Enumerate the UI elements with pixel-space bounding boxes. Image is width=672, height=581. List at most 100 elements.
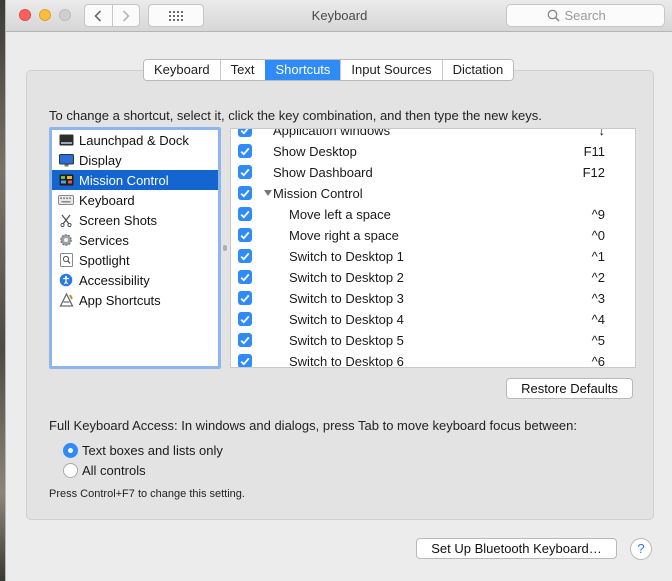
shortcut-label: Application windows [273, 128, 391, 138]
shortcut-checkbox[interactable] [238, 207, 252, 221]
category-display[interactable]: Display [52, 150, 218, 170]
checkmark-icon [240, 336, 250, 345]
category-mission-control[interactable]: Mission Control [52, 170, 218, 190]
shortcut-checkbox[interactable] [238, 270, 252, 284]
radio-label: All controls [82, 463, 146, 478]
shortcut-checkbox[interactable] [238, 333, 252, 347]
shortcut-key[interactable]: ^6 [592, 354, 605, 367]
category-keyboard[interactable]: Keyboard [52, 190, 218, 210]
shortcut-label: Move right a space [289, 228, 399, 243]
shortcut-key[interactable]: ^3 [592, 291, 605, 306]
radio-all-controls[interactable]: All controls [63, 463, 146, 478]
accessibility-icon [58, 273, 74, 287]
category-screen-shots[interactable]: Screen Shots [52, 210, 218, 230]
launchpad-icon [58, 133, 74, 147]
shortcut-key[interactable]: ^1 [592, 249, 605, 264]
category-app-shortcuts[interactable]: App Shortcuts [52, 290, 218, 310]
shortcut-label: Switch to Desktop 3 [289, 291, 404, 306]
category-label: Accessibility [79, 272, 150, 288]
shortcut-checkbox[interactable] [238, 312, 252, 326]
category-label: Mission Control [79, 172, 169, 188]
shortcut-row[interactable]: Switch to Desktop 6 ^6 [231, 351, 635, 368]
shortcut-key[interactable]: ^2 [592, 270, 605, 285]
screenshot-icon [58, 213, 74, 227]
tab-dictation[interactable]: Dictation [441, 60, 514, 80]
shortcut-key[interactable]: ^5 [592, 333, 605, 348]
search-field[interactable] [506, 4, 665, 27]
shortcut-row[interactable]: Move left a space ^9 [231, 204, 635, 225]
shortcut-row[interactable]: Switch to Desktop 2 ^2 [231, 267, 635, 288]
shortcut-label: Switch to Desktop 6 [289, 354, 404, 368]
title-bar: Keyboard [6, 0, 672, 32]
shortcut-row[interactable]: Show Dashboard F12 [231, 162, 635, 183]
shortcut-category-list: Launchpad & Dock Display Mission Control… [49, 127, 221, 369]
shortcut-row[interactable]: Application windows ⌃↓ [231, 128, 635, 141]
shortcut-checkbox[interactable] [238, 249, 252, 263]
shortcut-key[interactable]: F11 [584, 144, 605, 159]
shortcut-checkbox[interactable] [238, 291, 252, 305]
category-label: Display [79, 152, 122, 168]
display-icon [58, 153, 74, 167]
instruction-text: To change a shortcut, select it, click t… [49, 108, 542, 123]
keyboard-access-hint: Press Control+F7 to change this setting. [49, 488, 245, 500]
set-up-bluetooth-keyboard-button[interactable]: Set Up Bluetooth Keyboard… [416, 538, 617, 559]
keyboard-preferences-window: Keyboard Keyboard Text Shortcuts Input S… [5, 0, 672, 581]
shortcut-checkbox[interactable] [238, 129, 252, 137]
shortcut-label: Switch to Desktop 2 [289, 270, 404, 285]
shortcut-row[interactable]: Move right a space ^0 [231, 225, 635, 246]
tab-input-sources[interactable]: Input Sources [340, 60, 442, 80]
radio-button[interactable] [63, 463, 78, 478]
shortcut-checkbox[interactable] [238, 144, 252, 158]
shortcut-label: Switch to Desktop 1 [289, 249, 404, 264]
category-services[interactable]: Services [52, 230, 218, 250]
shortcut-group-label: Mission Control [273, 186, 363, 201]
checkmark-icon [240, 231, 250, 240]
category-label: Screen Shots [79, 212, 158, 228]
radio-text-boxes-lists[interactable]: Text boxes and lists only [63, 443, 223, 458]
shortcut-key[interactable]: ^9 [592, 207, 605, 222]
shortcut-key[interactable]: ^4 [592, 312, 605, 327]
category-accessibility[interactable]: Accessibility [52, 270, 218, 290]
spotlight-icon [58, 253, 74, 267]
radio-button[interactable] [63, 443, 78, 458]
checkmark-icon [240, 273, 250, 282]
shortcut-row[interactable]: Switch to Desktop 5 ^5 [231, 330, 635, 351]
shortcut-row[interactable]: Switch to Desktop 4 ^4 [231, 309, 635, 330]
shortcut-key[interactable]: ⌃↓ [588, 129, 605, 139]
split-view-handle[interactable] [223, 245, 227, 251]
tab-shortcuts[interactable]: Shortcuts [264, 60, 341, 80]
shortcut-checkbox[interactable] [238, 228, 252, 242]
help-button[interactable]: ? [630, 538, 652, 560]
shortcut-row[interactable]: Switch to Desktop 3 ^3 [231, 288, 635, 309]
shortcuts-table-content: Application windows ⌃↓ Show Desktop F11 … [231, 128, 635, 368]
shortcut-checkbox[interactable] [238, 186, 252, 200]
shortcut-key[interactable]: ^0 [592, 228, 605, 243]
category-label: Keyboard [79, 192, 135, 208]
full-keyboard-access-text: Full Keyboard Access: In windows and dia… [49, 418, 577, 433]
shortcut-row[interactable]: Switch to Desktop 1 ^1 [231, 246, 635, 267]
app-shortcuts-icon [58, 293, 74, 307]
shortcut-label: Show Dashboard [273, 165, 373, 180]
checkmark-icon [240, 168, 250, 177]
shortcut-checkbox[interactable] [238, 165, 252, 179]
category-spotlight[interactable]: Spotlight [52, 250, 218, 270]
restore-defaults-button[interactable]: Restore Defaults [506, 378, 633, 399]
shortcut-key[interactable]: F12 [583, 165, 605, 180]
gear-icon [58, 233, 74, 247]
checkmark-icon [240, 189, 250, 198]
checkmark-icon [240, 315, 250, 324]
search-input[interactable] [564, 8, 625, 23]
shortcut-label: Switch to Desktop 5 [289, 333, 404, 348]
disclosure-triangle-icon[interactable] [264, 190, 272, 196]
shortcut-checkbox[interactable] [238, 354, 252, 367]
tab-text[interactable]: Text [219, 60, 265, 80]
tab-keyboard[interactable]: Keyboard [144, 60, 220, 80]
category-launchpad-dock[interactable]: Launchpad & Dock [52, 130, 218, 150]
mission-control-icon [58, 173, 74, 187]
checkmark-icon [240, 294, 250, 303]
shortcuts-table[interactable]: Application windows ⌃↓ Show Desktop F11 … [230, 128, 636, 368]
checkmark-icon [240, 147, 250, 156]
shortcut-label: Switch to Desktop 4 [289, 312, 404, 327]
shortcut-group-row[interactable]: Mission Control [231, 183, 635, 204]
shortcut-row[interactable]: Show Desktop F11 [231, 141, 635, 162]
